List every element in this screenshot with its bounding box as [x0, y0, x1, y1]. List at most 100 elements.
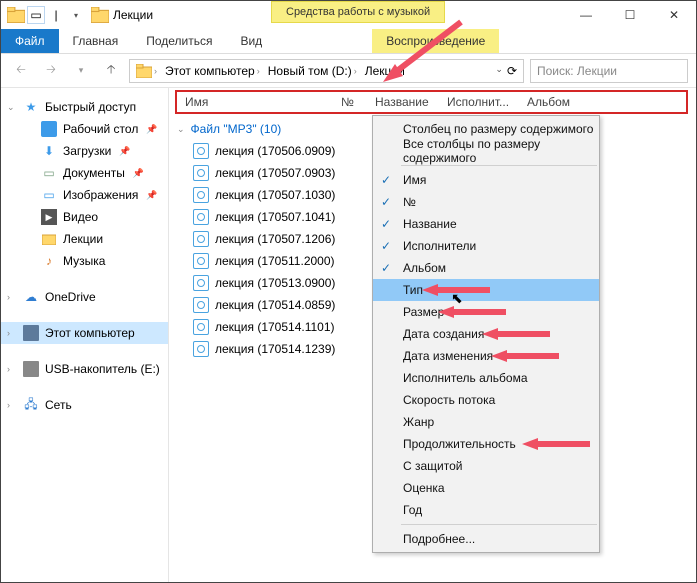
- column-header[interactable]: Имя № Название Исполнит... Альбом: [175, 90, 688, 114]
- mp3-icon: [193, 297, 209, 313]
- crumb-this-pc[interactable]: Этот компьютер›: [161, 64, 264, 78]
- mp3-icon: [193, 209, 209, 225]
- col-title[interactable]: Название: [367, 95, 439, 109]
- nav-music[interactable]: ♪Музыка: [1, 250, 168, 272]
- column-context-menu: Столбец по размеру содержимого Все столб…: [372, 115, 600, 553]
- network-icon: 🖧: [23, 397, 39, 413]
- nav-usb[interactable]: ›USB-накопитель (E:): [1, 358, 168, 380]
- mp3-icon: [193, 253, 209, 269]
- onedrive-icon: ☁: [23, 289, 39, 305]
- nav-quick-access[interactable]: ⌄★Быстрый доступ: [1, 96, 168, 118]
- close-button[interactable]: ✕: [652, 1, 696, 29]
- menu-title[interactable]: ✓Название: [373, 213, 599, 235]
- chevron-down-icon: ⌄: [177, 124, 185, 135]
- menu-protected[interactable]: С защитой: [373, 455, 599, 477]
- refresh-icon[interactable]: ⟳: [507, 64, 517, 78]
- forward-button[interactable]: 🡢: [39, 59, 63, 83]
- crumb-drive[interactable]: Новый том (D:)›: [264, 64, 361, 78]
- navigation-pane: ⌄★Быстрый доступ Рабочий стол📌 ⬇Загрузки…: [1, 88, 169, 582]
- check-icon: ✓: [381, 173, 391, 187]
- crumb-folder[interactable]: Лекции: [361, 64, 409, 78]
- menu-rating[interactable]: Оценка: [373, 477, 599, 499]
- check-icon: ✓: [381, 239, 391, 253]
- music-icon: ♪: [41, 253, 57, 269]
- menu-year[interactable]: Год: [373, 499, 599, 521]
- nav-documents[interactable]: ▭Документы📌: [1, 162, 168, 184]
- video-icon: ▶: [41, 209, 57, 225]
- menu-date-created[interactable]: Дата создания: [373, 323, 599, 345]
- menu-artists[interactable]: ✓Исполнители: [373, 235, 599, 257]
- nav-desktop[interactable]: Рабочий стол📌: [1, 118, 168, 140]
- window-title: Лекции: [113, 8, 153, 22]
- menu-album-artist[interactable]: Исполнитель альбома: [373, 367, 599, 389]
- menu-type[interactable]: Тип: [373, 279, 599, 301]
- nav-onedrive[interactable]: ›☁OneDrive: [1, 286, 168, 308]
- menu-name[interactable]: ✓Имя: [373, 169, 599, 191]
- check-icon: ✓: [381, 195, 391, 209]
- check-icon: ✓: [381, 261, 391, 275]
- usb-icon: [23, 361, 39, 377]
- desktop-icon: [41, 121, 57, 137]
- pin-icon: 📌: [133, 168, 144, 179]
- folder-icon: [91, 6, 109, 24]
- mp3-icon: [193, 341, 209, 357]
- tab-home[interactable]: Главная: [59, 29, 133, 53]
- qat-sep: |: [47, 6, 65, 24]
- explorer-icon: [7, 6, 25, 24]
- cursor-icon: ⬉: [451, 290, 463, 307]
- menu-separator: [401, 524, 597, 525]
- pin-icon: 📌: [119, 146, 130, 157]
- qat-props-icon[interactable]: ▭: [27, 6, 45, 24]
- col-artist[interactable]: Исполнит...: [439, 95, 519, 109]
- pin-icon: 📌: [146, 124, 157, 135]
- col-num[interactable]: №: [333, 95, 367, 109]
- maximize-button[interactable]: ☐: [608, 1, 652, 29]
- folder-icon: [41, 231, 57, 247]
- menu-num[interactable]: ✓№: [373, 191, 599, 213]
- up-button[interactable]: 🡡: [99, 59, 123, 83]
- mp3-icon: [193, 319, 209, 335]
- nav-video[interactable]: ▶Видео: [1, 206, 168, 228]
- menu-bitrate[interactable]: Скорость потока: [373, 389, 599, 411]
- downloads-icon: ⬇: [41, 143, 57, 159]
- mp3-icon: [193, 143, 209, 159]
- nav-lectures[interactable]: Лекции: [1, 228, 168, 250]
- menu-separator: [401, 165, 597, 166]
- group-label: Файл "MP3" (10): [191, 122, 282, 136]
- address-bar[interactable]: › Этот компьютер› Новый том (D:)› Лекции…: [129, 59, 524, 83]
- back-button[interactable]: 🡠: [9, 59, 33, 83]
- mp3-icon: [193, 187, 209, 203]
- tab-share[interactable]: Поделиться: [132, 29, 226, 53]
- check-icon: ✓: [381, 217, 391, 231]
- addr-dropdown-icon[interactable]: ⌄: [495, 64, 503, 78]
- nav-this-pc[interactable]: ›Этот компьютер: [1, 322, 168, 344]
- col-name[interactable]: Имя: [177, 95, 333, 109]
- menu-length[interactable]: Продолжительность: [373, 433, 599, 455]
- mp3-icon: [193, 231, 209, 247]
- music-tools-tab[interactable]: Средства работы с музыкой: [271, 1, 445, 23]
- this-pc-icon: [23, 325, 39, 341]
- nav-network[interactable]: ›🖧Сеть: [1, 394, 168, 416]
- qat-dropdown-icon[interactable]: ▾: [67, 6, 85, 24]
- menu-size[interactable]: Размер: [373, 301, 599, 323]
- nav-pictures[interactable]: ▭Изображения📌: [1, 184, 168, 206]
- documents-icon: ▭: [41, 165, 57, 181]
- menu-album[interactable]: ✓Альбом: [373, 257, 599, 279]
- menu-size-all[interactable]: Все столбцы по размеру содержимого: [373, 140, 599, 162]
- minimize-button[interactable]: —: [564, 1, 608, 29]
- recent-dropdown[interactable]: ▾: [69, 59, 93, 83]
- nav-downloads[interactable]: ⬇Загрузки📌: [1, 140, 168, 162]
- tab-view[interactable]: Вид: [226, 29, 276, 53]
- mp3-icon: [193, 165, 209, 181]
- mp3-icon: [193, 275, 209, 291]
- search-input[interactable]: Поиск: Лекции: [530, 59, 688, 83]
- tab-play[interactable]: Воспроизведение: [372, 29, 499, 53]
- col-album[interactable]: Альбом: [519, 95, 578, 109]
- menu-date-modified[interactable]: Дата изменения: [373, 345, 599, 367]
- folder-icon: [136, 64, 152, 78]
- star-icon: ★: [23, 99, 39, 115]
- tab-file[interactable]: Файл: [1, 29, 59, 53]
- menu-genre[interactable]: Жанр: [373, 411, 599, 433]
- pictures-icon: ▭: [41, 187, 57, 203]
- menu-more[interactable]: Подробнее...: [373, 528, 599, 550]
